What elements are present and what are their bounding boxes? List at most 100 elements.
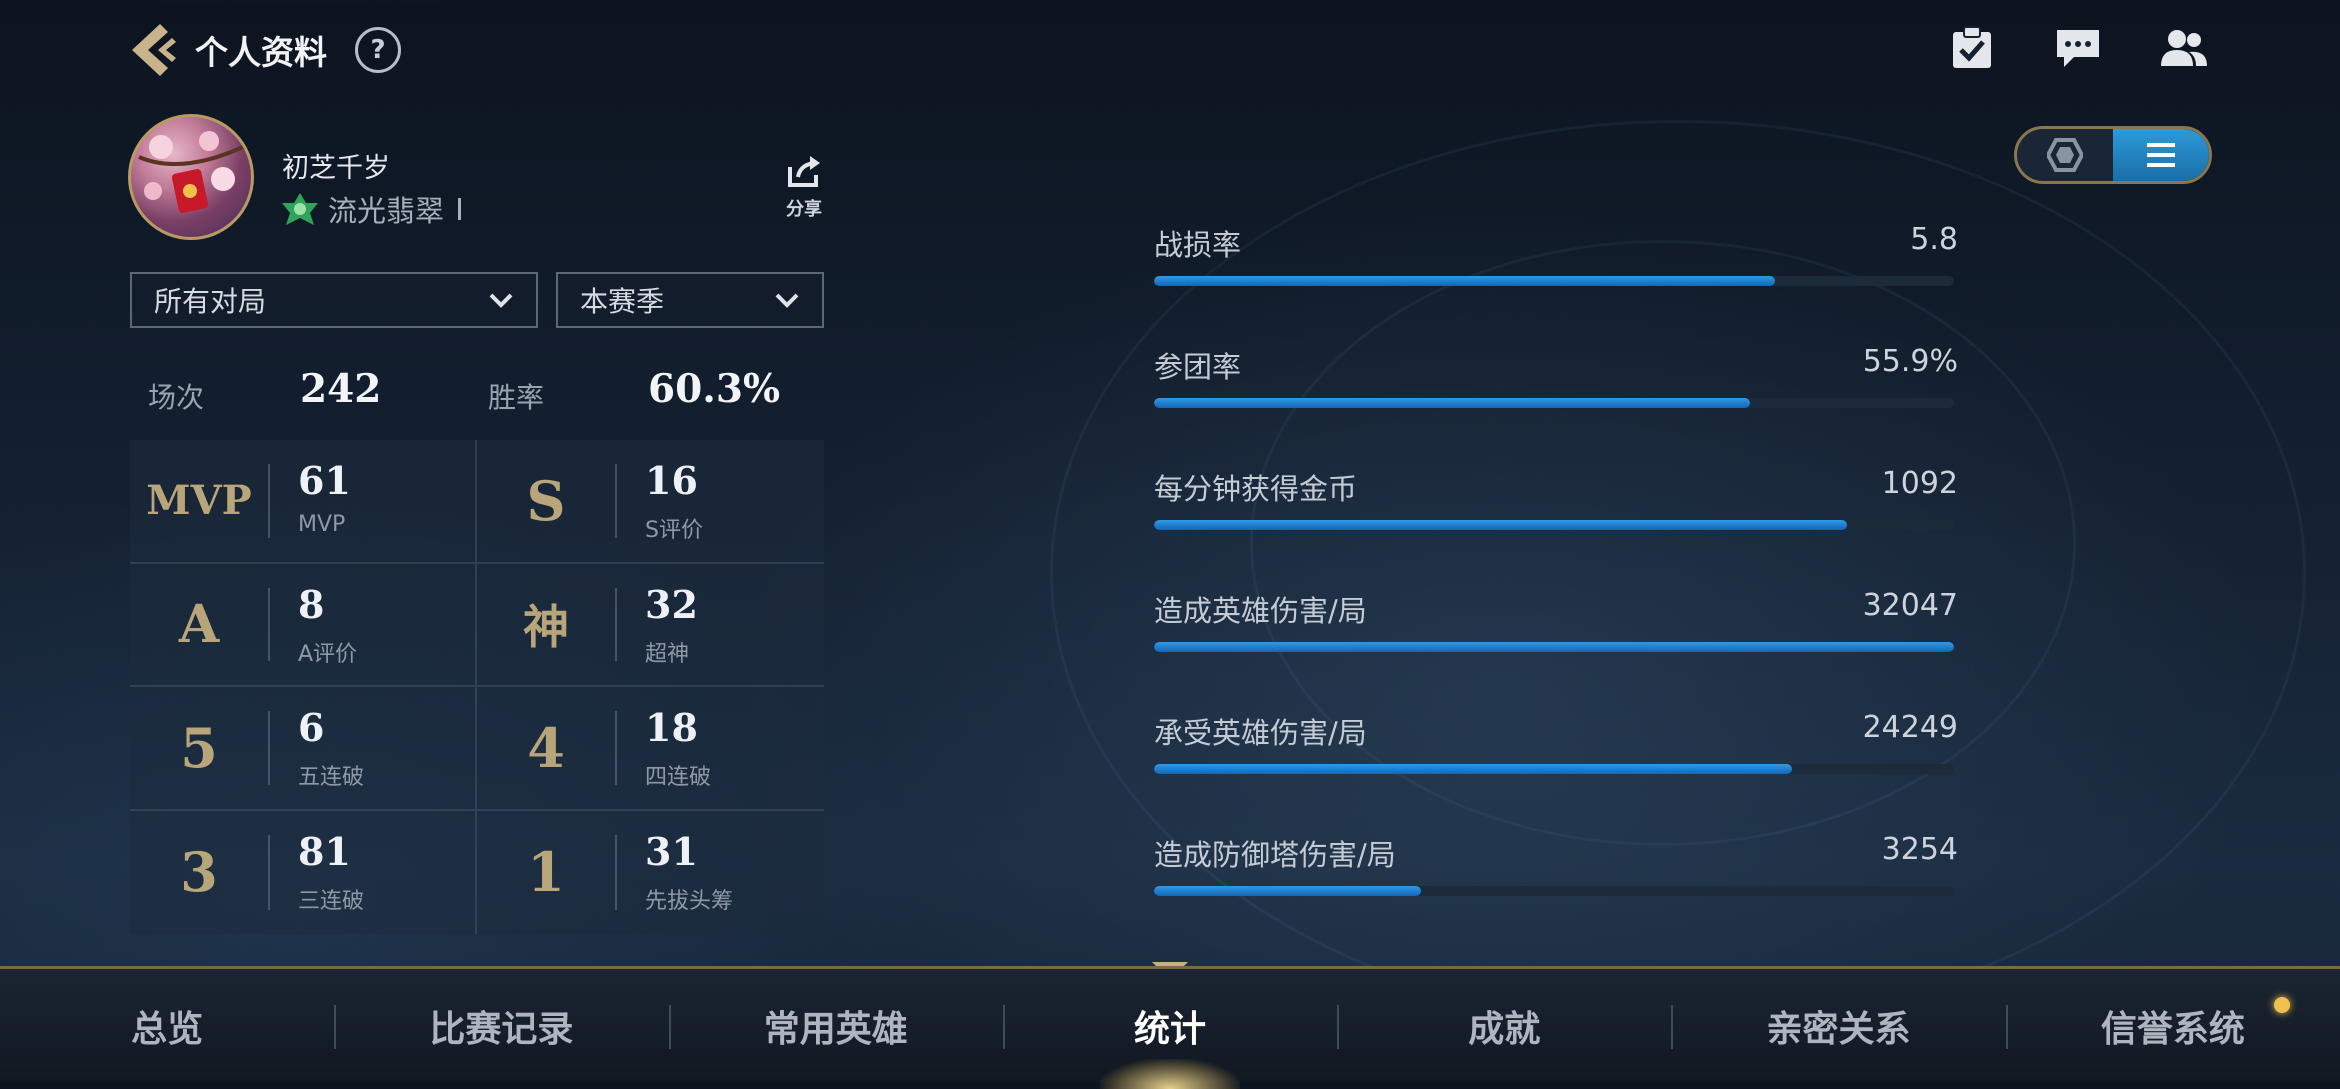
stat-value: 81 (298, 828, 351, 874)
stat-triple-kill: 3 81 三连破 (130, 810, 477, 934)
tab-common-heroes[interactable]: 常用英雄 (668, 969, 1003, 1083)
radar-view-toggle[interactable] (2017, 129, 2113, 181)
rank-name: 流光翡翠 (328, 194, 445, 228)
hexagon-icon (2047, 138, 2083, 172)
metric-value: 55.9% (1862, 344, 1958, 379)
mvp-badge-icon: MVP (146, 477, 252, 525)
stat-label: MVP (298, 512, 346, 537)
stat-a-rating: A 8 A评价 (130, 563, 477, 687)
back-arrow-icon (132, 24, 176, 76)
stat-value: 31 (645, 828, 698, 874)
metric-progress-track (1154, 520, 1954, 530)
stat-label: 四连破 (645, 765, 712, 790)
help-button[interactable]: ? (355, 27, 401, 73)
tab-credit-system-label: 信誉系统 (2100, 1009, 2245, 1050)
list-icon (2147, 143, 2175, 167)
chat-icon (2057, 30, 2099, 67)
metric-progress-fill (1154, 276, 1775, 286)
metric-row: 参团率 55.9% (1154, 344, 1958, 434)
winrate-label: 胜率 (488, 381, 545, 414)
share-icon (788, 156, 820, 187)
season-value: 本赛季 (580, 285, 665, 318)
stat-penta-kill: 5 6 五连破 (130, 687, 477, 811)
metric-progress-track (1154, 642, 1954, 652)
tab-relationships[interactable]: 亲密关系 (1671, 969, 2005, 1083)
rank-emblem-icon (282, 193, 318, 225)
share-button[interactable]: 分享 (776, 155, 832, 221)
header: 个人资料 ? (125, 18, 401, 82)
s-badge-icon: S (526, 468, 566, 533)
notification-dot (2273, 997, 2290, 1013)
metric-label: 造成英雄伤害/局 (1154, 594, 1367, 628)
stat-value: 8 (298, 581, 325, 627)
tab-statistics[interactable]: 统计 (1002, 969, 1337, 1083)
chevron-down-icon (489, 293, 513, 308)
metric-value: 32047 (1862, 588, 1958, 623)
metric-progress-fill (1154, 642, 1954, 652)
stat-quadra-kill: 4 18 四连破 (477, 687, 824, 811)
metric-row: 战损率 5.8 (1154, 222, 1958, 312)
avatar[interactable] (128, 114, 254, 240)
stat-godlike: 神 32 超神 (477, 564, 824, 687)
stat-value: 18 (645, 705, 698, 750)
matches-value: 242 (300, 366, 382, 412)
first-blood-badge-icon: 1 (527, 840, 565, 905)
checklist-icon (1953, 26, 1991, 68)
top-right-icons (1944, 22, 2212, 74)
page-title: 个人资料 (195, 33, 327, 72)
match-mode-value: 所有对局 (154, 285, 267, 318)
metric-progress-track (1154, 764, 1954, 774)
metric-progress-fill (1154, 886, 1422, 896)
metric-progress-fill (1154, 398, 1750, 408)
stat-s-rating: S 16 S评价 (477, 440, 824, 564)
season-dropdown[interactable]: 本赛季 (556, 272, 824, 328)
metric-value: 3254 (1881, 832, 1958, 867)
player-name: 初芝千岁 (282, 153, 390, 184)
metric-progress-fill (1154, 520, 1847, 530)
back-button[interactable] (125, 20, 181, 80)
matches-label: 场次 (148, 381, 205, 414)
stat-mvp: MVP 61 MVP (130, 440, 477, 564)
metric-progress-track (1154, 886, 1954, 896)
metric-progress-track (1154, 276, 1954, 286)
tab-credit-system[interactable]: 信誉系统 (2005, 969, 2340, 1083)
metric-value: 5.8 (1910, 222, 1958, 257)
avatar-image (138, 131, 244, 213)
share-label: 分享 (786, 199, 822, 220)
tab-overview[interactable]: 总览 (0, 969, 334, 1083)
friends-button[interactable] (2156, 22, 2212, 74)
metric-label: 每分钟获得金币 (1154, 472, 1358, 506)
rank-tier-bar (458, 198, 462, 220)
metric-row: 造成英雄伤害/局 32047 (1154, 588, 1958, 678)
rank-row: 流光翡翠 (280, 188, 462, 230)
bottom-nav: 总览 比赛记录 常用英雄 统计 成就 亲密关系 信誉系统 (0, 966, 2340, 1083)
penta-badge-icon: 5 (180, 715, 218, 780)
metric-row: 承受英雄伤害/局 24249 (1154, 710, 1958, 800)
tasks-button[interactable] (1944, 22, 2000, 74)
tab-match-history[interactable]: 比赛记录 (334, 969, 668, 1083)
stat-value: 61 (298, 458, 351, 503)
metric-label: 承受英雄伤害/局 (1154, 716, 1367, 750)
metric-label: 战损率 (1154, 228, 1242, 262)
stat-label: 超神 (645, 641, 690, 667)
match-mode-dropdown[interactable]: 所有对局 (130, 272, 538, 328)
stat-value: 6 (298, 705, 325, 750)
metric-label: 造成防御塔伤害/局 (1154, 838, 1396, 872)
metric-progress-fill (1154, 764, 1793, 774)
quadra-badge-icon: 4 (527, 715, 565, 780)
metric-progress-track (1154, 398, 1954, 408)
list-view-toggle[interactable] (2113, 129, 2209, 181)
godlike-badge-icon: 神 (523, 600, 569, 655)
a-badge-icon: A (178, 593, 220, 655)
winrate-value: 60.3% (648, 366, 781, 412)
metric-label: 参团率 (1154, 350, 1242, 384)
stat-label: 五连破 (298, 765, 365, 790)
stat-label: 三连破 (298, 888, 365, 914)
metric-value: 1092 (1881, 466, 1958, 501)
stat-value: 32 (645, 581, 698, 627)
chat-button[interactable] (2050, 22, 2106, 74)
metric-value: 24249 (1862, 710, 1958, 745)
stat-grid: MVP 61 MVP S 16 S评价 A 8 A评价 神 32 超神 5 6 … (130, 440, 824, 934)
tab-achievements[interactable]: 成就 (1337, 969, 1671, 1083)
stat-label: S评价 (645, 518, 703, 543)
